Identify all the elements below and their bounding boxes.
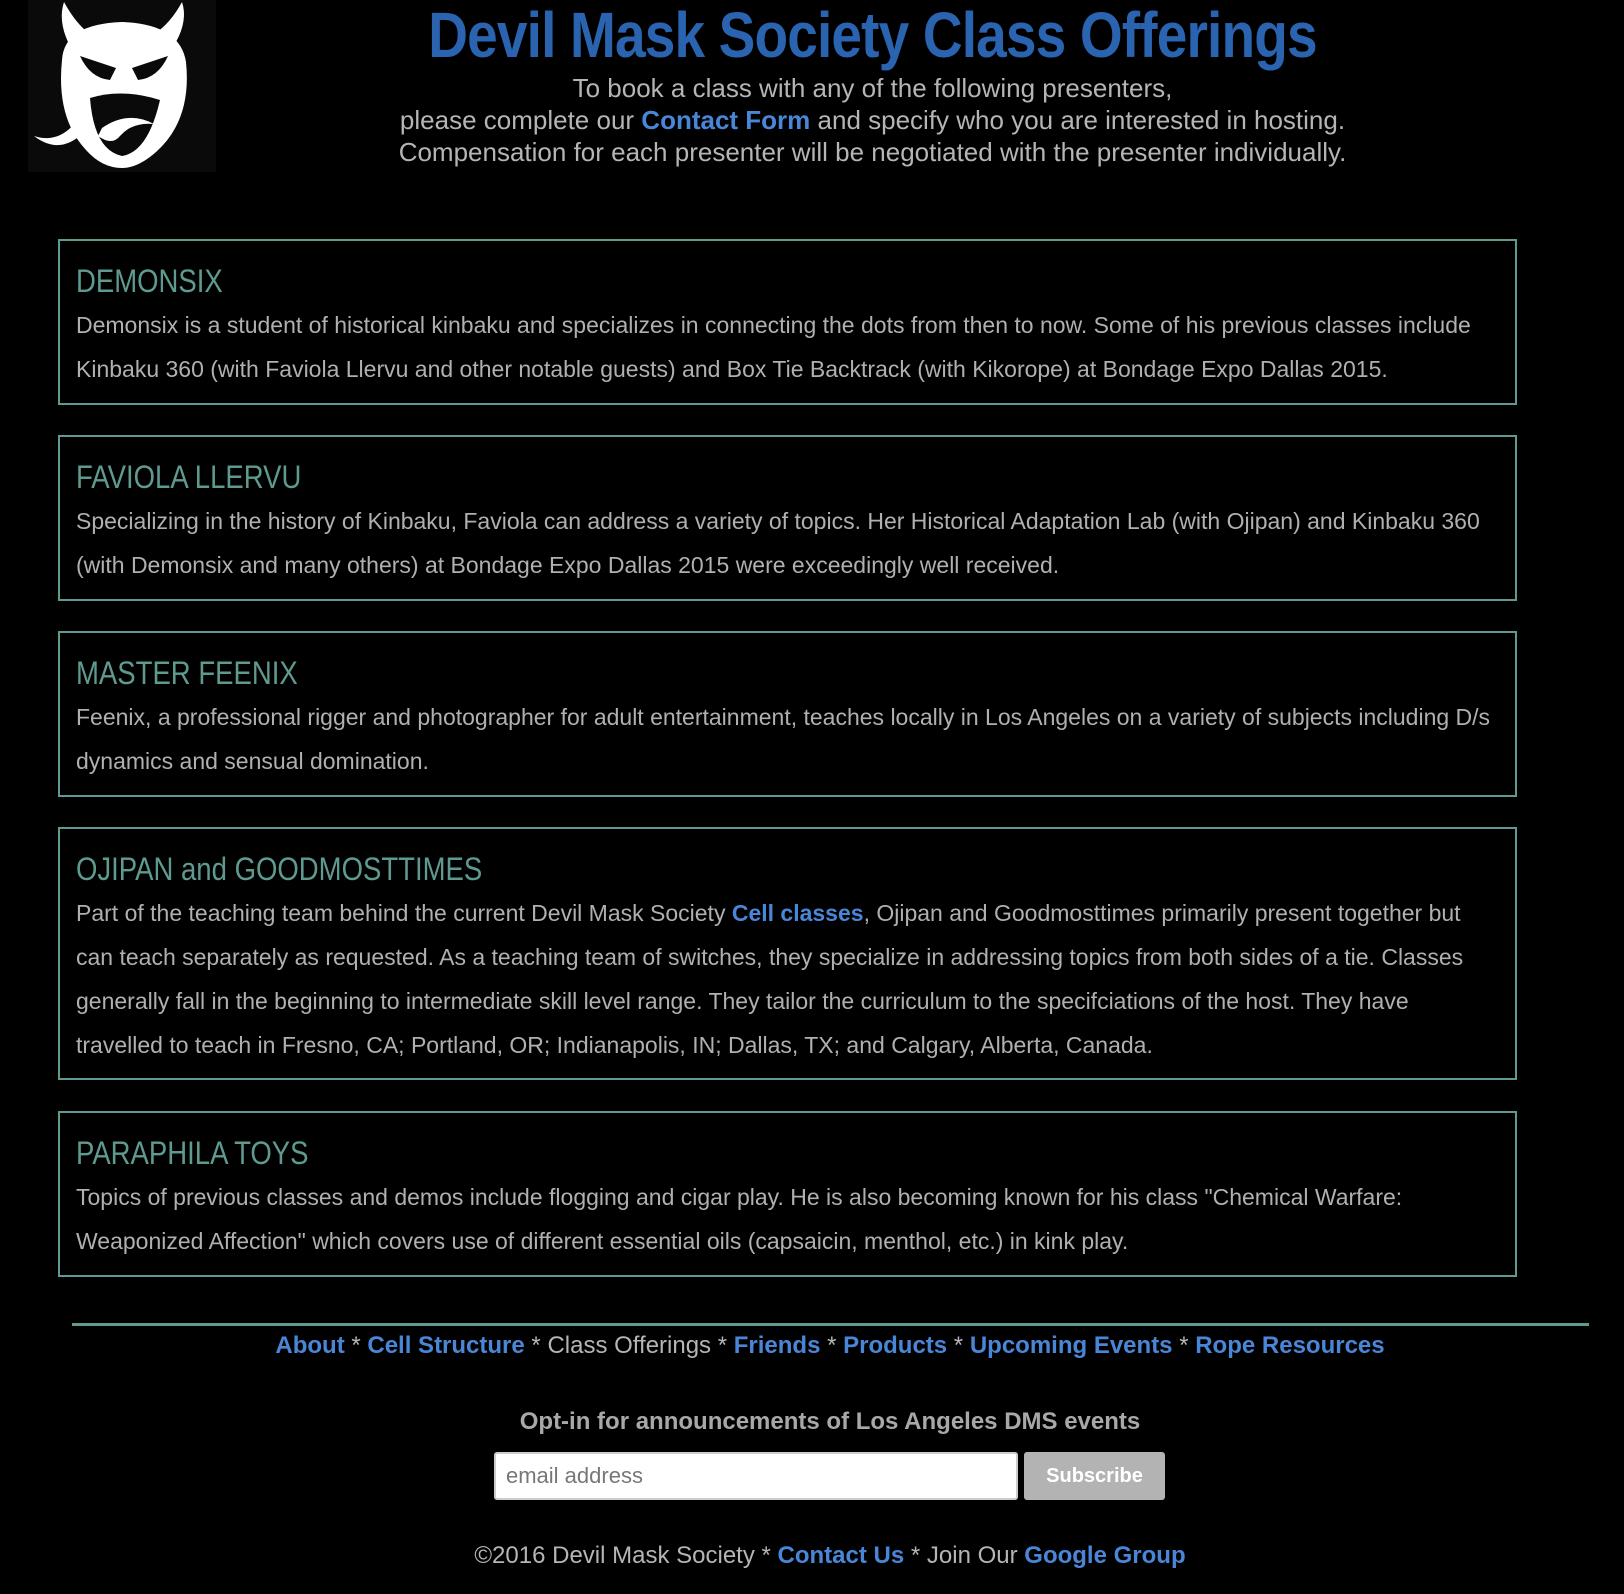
contact-form-link[interactable]: Contact Form bbox=[641, 105, 810, 135]
intro-text: To book a class with any of the followin… bbox=[300, 72, 1445, 168]
nav-products-link[interactable]: Products bbox=[843, 1332, 947, 1359]
nav-class-offerings-current: Class Offerings bbox=[547, 1332, 712, 1359]
presenter-description-pre: Part of the teaching team behind the cur… bbox=[76, 900, 732, 926]
presenter-description: Specializing in the history of Kinbaku, … bbox=[76, 508, 1480, 578]
intro-line-2-pre: please complete our bbox=[399, 105, 642, 135]
page-header: Devil Mask Society Class Offerings To bo… bbox=[300, 0, 1445, 168]
presenter-card-faviola-llervu: FAVIOLA LLERVU Specializing in the histo… bbox=[58, 435, 1517, 601]
google-group-link[interactable]: Google Group bbox=[1024, 1542, 1185, 1569]
optin-label: Opt-in for announcements of Los Angeles … bbox=[519, 1408, 1141, 1435]
devil-mask-icon bbox=[34, 2, 187, 168]
join-our-text: Join Our bbox=[926, 1542, 1025, 1569]
copyright-line: ©2016 Devil Mask Society * Contact Us * … bbox=[0, 1542, 1624, 1570]
nav-about-link[interactable]: About bbox=[275, 1332, 344, 1359]
nav-upcoming-events-link[interactable]: Upcoming Events bbox=[970, 1332, 1173, 1359]
presenter-name: PARAPHILA TOYS bbox=[76, 1135, 309, 1171]
footer-separator: * bbox=[904, 1542, 927, 1569]
presenter-name: MASTER FEENIX bbox=[76, 655, 298, 691]
copyright-text: ©2016 Devil Mask Society bbox=[474, 1542, 755, 1569]
nav-separator: * bbox=[947, 1332, 970, 1359]
presenter-description: Feenix, a professional rigger and photog… bbox=[76, 704, 1491, 774]
presenter-name: DEMONSIX bbox=[76, 263, 223, 299]
subscribe-button[interactable]: Subscribe bbox=[1024, 1452, 1165, 1500]
nav-friends-link[interactable]: Friends bbox=[734, 1332, 821, 1359]
presenter-card-paraphila-toys: PARAPHILA TOYS Topics of previous classe… bbox=[58, 1111, 1517, 1277]
site-logo[interactable] bbox=[28, 0, 216, 172]
intro-line-2-post: and specify who you are interested in ho… bbox=[810, 105, 1346, 135]
nav-separator: * bbox=[524, 1332, 548, 1359]
contact-us-link[interactable]: Contact Us bbox=[778, 1542, 905, 1569]
footer-divider bbox=[72, 1323, 1589, 1326]
presenter-name: FAVIOLA LLERVU bbox=[76, 459, 302, 495]
presenter-card-ojipan-goodmosttimes: OJIPAN and GOODMOSTTIMES Part of the tea… bbox=[58, 827, 1517, 1080]
presenter-description: Demonsix is a student of historical kinb… bbox=[76, 312, 1471, 382]
nav-rope-resources-link[interactable]: Rope Resources bbox=[1195, 1332, 1384, 1359]
nav-separator: * bbox=[820, 1332, 844, 1359]
nav-separator: * bbox=[1172, 1332, 1196, 1359]
intro-line-3: Compensation for each presenter will be … bbox=[398, 137, 1347, 167]
intro-line-1: To book a class with any of the followin… bbox=[572, 73, 1173, 103]
cell-classes-link[interactable]: Cell classes bbox=[732, 900, 864, 926]
footer-nav: About * Cell Structure * Class Offerings… bbox=[0, 1332, 1624, 1360]
page-title: Devil Mask Society Class Offerings bbox=[428, 0, 1317, 71]
presenter-description: Topics of previous classes and demos inc… bbox=[76, 1184, 1403, 1254]
nav-separator: * bbox=[711, 1332, 734, 1359]
nav-separator: * bbox=[344, 1332, 368, 1359]
presenter-card-demonsix: DEMONSIX Demonsix is a student of histor… bbox=[58, 239, 1517, 405]
intro-line-2: please complete our Contact Form and spe… bbox=[300, 104, 1445, 136]
footer-separator: * bbox=[754, 1542, 778, 1569]
presenter-card-master-feenix: MASTER FEENIX Feenix, a professional rig… bbox=[58, 631, 1517, 797]
email-input[interactable] bbox=[494, 1452, 1018, 1500]
nav-cell-structure-link[interactable]: Cell Structure bbox=[367, 1332, 524, 1359]
presenter-description: Part of the teaching team behind the cur… bbox=[76, 891, 1501, 1067]
presenter-name: OJIPAN and GOODMOSTTIMES bbox=[76, 851, 483, 887]
